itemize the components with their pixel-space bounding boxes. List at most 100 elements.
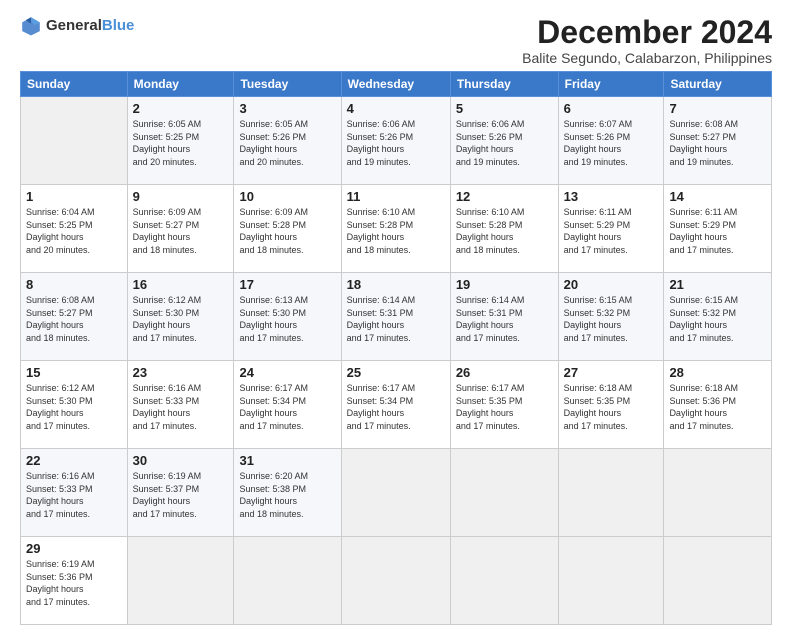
table-row: 10 Sunrise: 6:09 AM Sunset: 5:28 PM Dayl… bbox=[234, 185, 341, 273]
day-info: Sunrise: 6:09 AM Sunset: 5:28 PM Dayligh… bbox=[239, 206, 335, 256]
day-info: Sunrise: 6:08 AM Sunset: 5:27 PM Dayligh… bbox=[669, 118, 766, 168]
day-info: Sunrise: 6:12 AM Sunset: 5:30 PM Dayligh… bbox=[26, 382, 122, 432]
day-info: Sunrise: 6:18 AM Sunset: 5:35 PM Dayligh… bbox=[564, 382, 659, 432]
table-row: 31 Sunrise: 6:20 AM Sunset: 5:38 PM Dayl… bbox=[234, 449, 341, 537]
day-number: 19 bbox=[456, 277, 553, 292]
day-number: 15 bbox=[26, 365, 122, 380]
calendar-week-row: 22 Sunrise: 6:16 AM Sunset: 5:33 PM Dayl… bbox=[21, 449, 772, 537]
calendar-week-row: 15 Sunrise: 6:12 AM Sunset: 5:30 PM Dayl… bbox=[21, 361, 772, 449]
table-row: 27 Sunrise: 6:18 AM Sunset: 5:35 PM Dayl… bbox=[558, 361, 664, 449]
day-number: 27 bbox=[564, 365, 659, 380]
day-info: Sunrise: 6:05 AM Sunset: 5:25 PM Dayligh… bbox=[133, 118, 229, 168]
day-info: Sunrise: 6:11 AM Sunset: 5:29 PM Dayligh… bbox=[669, 206, 766, 256]
header-monday: Monday bbox=[127, 72, 234, 97]
day-info: Sunrise: 6:06 AM Sunset: 5:26 PM Dayligh… bbox=[456, 118, 553, 168]
table-row bbox=[450, 449, 558, 537]
day-info: Sunrise: 6:05 AM Sunset: 5:26 PM Dayligh… bbox=[239, 118, 335, 168]
logo-icon bbox=[20, 15, 42, 37]
day-number: 12 bbox=[456, 189, 553, 204]
table-row bbox=[450, 537, 558, 625]
day-number: 1 bbox=[26, 189, 122, 204]
table-row: 9 Sunrise: 6:09 AM Sunset: 5:27 PM Dayli… bbox=[127, 185, 234, 273]
header-wednesday: Wednesday bbox=[341, 72, 450, 97]
day-info: Sunrise: 6:12 AM Sunset: 5:30 PM Dayligh… bbox=[133, 294, 229, 344]
day-info: Sunrise: 6:11 AM Sunset: 5:29 PM Dayligh… bbox=[564, 206, 659, 256]
day-number: 29 bbox=[26, 541, 122, 556]
table-row bbox=[558, 537, 664, 625]
day-number: 5 bbox=[456, 101, 553, 116]
day-info: Sunrise: 6:17 AM Sunset: 5:35 PM Dayligh… bbox=[456, 382, 553, 432]
calendar-table: Sunday Monday Tuesday Wednesday Thursday… bbox=[20, 71, 772, 625]
calendar-week-row: 8 Sunrise: 6:08 AM Sunset: 5:27 PM Dayli… bbox=[21, 273, 772, 361]
table-row bbox=[341, 449, 450, 537]
day-number: 28 bbox=[669, 365, 766, 380]
day-info: Sunrise: 6:09 AM Sunset: 5:27 PM Dayligh… bbox=[133, 206, 229, 256]
header: General Blue December 2024 Balite Segund… bbox=[20, 15, 772, 66]
day-info: Sunrise: 6:04 AM Sunset: 5:25 PM Dayligh… bbox=[26, 206, 122, 256]
table-row bbox=[127, 537, 234, 625]
logo-text: General Blue bbox=[46, 18, 134, 35]
calendar-week-row: 1 Sunrise: 6:04 AM Sunset: 5:25 PM Dayli… bbox=[21, 185, 772, 273]
table-row: 8 Sunrise: 6:08 AM Sunset: 5:27 PM Dayli… bbox=[21, 273, 128, 361]
table-row: 18 Sunrise: 6:14 AM Sunset: 5:31 PM Dayl… bbox=[341, 273, 450, 361]
table-row: 25 Sunrise: 6:17 AM Sunset: 5:34 PM Dayl… bbox=[341, 361, 450, 449]
day-info: Sunrise: 6:19 AM Sunset: 5:36 PM Dayligh… bbox=[26, 558, 122, 608]
day-info: Sunrise: 6:15 AM Sunset: 5:32 PM Dayligh… bbox=[669, 294, 766, 344]
day-number: 11 bbox=[347, 189, 445, 204]
calendar-header-row: Sunday Monday Tuesday Wednesday Thursday… bbox=[21, 72, 772, 97]
table-row bbox=[664, 537, 772, 625]
table-row: 5 Sunrise: 6:06 AM Sunset: 5:26 PM Dayli… bbox=[450, 97, 558, 185]
day-info: Sunrise: 6:18 AM Sunset: 5:36 PM Dayligh… bbox=[669, 382, 766, 432]
table-row: 12 Sunrise: 6:10 AM Sunset: 5:28 PM Dayl… bbox=[450, 185, 558, 273]
day-info: Sunrise: 6:17 AM Sunset: 5:34 PM Dayligh… bbox=[347, 382, 445, 432]
day-number: 13 bbox=[564, 189, 659, 204]
day-number: 16 bbox=[133, 277, 229, 292]
day-info: Sunrise: 6:06 AM Sunset: 5:26 PM Dayligh… bbox=[347, 118, 445, 168]
table-row bbox=[341, 537, 450, 625]
page: General Blue December 2024 Balite Segund… bbox=[0, 0, 792, 640]
table-row: 16 Sunrise: 6:12 AM Sunset: 5:30 PM Dayl… bbox=[127, 273, 234, 361]
day-number: 9 bbox=[133, 189, 229, 204]
table-row: 28 Sunrise: 6:18 AM Sunset: 5:36 PM Dayl… bbox=[664, 361, 772, 449]
day-info: Sunrise: 6:14 AM Sunset: 5:31 PM Dayligh… bbox=[347, 294, 445, 344]
day-info: Sunrise: 6:07 AM Sunset: 5:26 PM Dayligh… bbox=[564, 118, 659, 168]
day-info: Sunrise: 6:16 AM Sunset: 5:33 PM Dayligh… bbox=[26, 470, 122, 520]
day-number: 4 bbox=[347, 101, 445, 116]
day-info: Sunrise: 6:08 AM Sunset: 5:27 PM Dayligh… bbox=[26, 294, 122, 344]
header-sunday: Sunday bbox=[21, 72, 128, 97]
table-row: 23 Sunrise: 6:16 AM Sunset: 5:33 PM Dayl… bbox=[127, 361, 234, 449]
day-number: 25 bbox=[347, 365, 445, 380]
day-number: 21 bbox=[669, 277, 766, 292]
day-number: 10 bbox=[239, 189, 335, 204]
day-info: Sunrise: 6:10 AM Sunset: 5:28 PM Dayligh… bbox=[347, 206, 445, 256]
day-number: 7 bbox=[669, 101, 766, 116]
table-row: 6 Sunrise: 6:07 AM Sunset: 5:26 PM Dayli… bbox=[558, 97, 664, 185]
table-row: 15 Sunrise: 6:12 AM Sunset: 5:30 PM Dayl… bbox=[21, 361, 128, 449]
day-info: Sunrise: 6:19 AM Sunset: 5:37 PM Dayligh… bbox=[133, 470, 229, 520]
day-number: 24 bbox=[239, 365, 335, 380]
table-row bbox=[21, 97, 128, 185]
header-tuesday: Tuesday bbox=[234, 72, 341, 97]
calendar-week-row: 29 Sunrise: 6:19 AM Sunset: 5:36 PM Dayl… bbox=[21, 537, 772, 625]
sub-title: Balite Segundo, Calabarzon, Philippines bbox=[522, 50, 772, 66]
day-info: Sunrise: 6:16 AM Sunset: 5:33 PM Dayligh… bbox=[133, 382, 229, 432]
day-info: Sunrise: 6:13 AM Sunset: 5:30 PM Dayligh… bbox=[239, 294, 335, 344]
day-info: Sunrise: 6:10 AM Sunset: 5:28 PM Dayligh… bbox=[456, 206, 553, 256]
table-row: 13 Sunrise: 6:11 AM Sunset: 5:29 PM Dayl… bbox=[558, 185, 664, 273]
day-number: 18 bbox=[347, 277, 445, 292]
logo-blue: Blue bbox=[102, 18, 135, 35]
day-number: 14 bbox=[669, 189, 766, 204]
table-row: 2 Sunrise: 6:05 AM Sunset: 5:25 PM Dayli… bbox=[127, 97, 234, 185]
day-number: 30 bbox=[133, 453, 229, 468]
day-number: 17 bbox=[239, 277, 335, 292]
day-number: 6 bbox=[564, 101, 659, 116]
day-number: 2 bbox=[133, 101, 229, 116]
table-row: 19 Sunrise: 6:14 AM Sunset: 5:31 PM Dayl… bbox=[450, 273, 558, 361]
header-friday: Friday bbox=[558, 72, 664, 97]
day-number: 8 bbox=[26, 277, 122, 292]
table-row bbox=[558, 449, 664, 537]
day-number: 31 bbox=[239, 453, 335, 468]
day-info: Sunrise: 6:20 AM Sunset: 5:38 PM Dayligh… bbox=[239, 470, 335, 520]
table-row: 7 Sunrise: 6:08 AM Sunset: 5:27 PM Dayli… bbox=[664, 97, 772, 185]
main-title: December 2024 bbox=[522, 15, 772, 50]
